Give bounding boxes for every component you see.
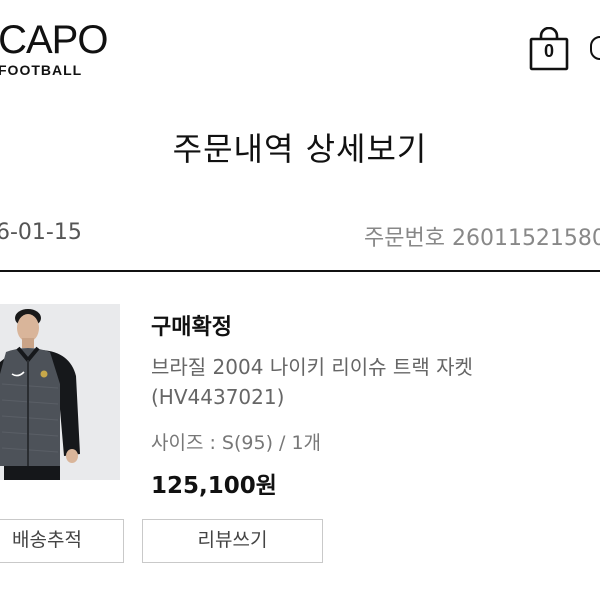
order-meta: 6-01-15 주문번호 260115215800 (0, 216, 600, 256)
product-price: 125,100원 (151, 473, 277, 499)
product-photo (0, 304, 120, 480)
product-name-line1: 브라질 2004 나이키 리이슈 트랙 자켓 (151, 355, 473, 379)
cart-button[interactable]: 0 (528, 27, 570, 71)
user-icon[interactable] (590, 36, 600, 60)
cart-count: 0 (543, 41, 554, 61)
order-date: 6-01-15 (0, 220, 82, 245)
divider (0, 270, 600, 272)
write-review-button[interactable]: 리뷰쓰기 (142, 519, 323, 563)
product-image[interactable] (0, 304, 120, 480)
product-name[interactable]: 브라질 2004 나이키 리이슈 트랙 자켓 (HV4437021) (151, 352, 591, 412)
product-name-line2: (HV4437021) (151, 385, 285, 409)
track-shipping-button[interactable]: 배송추적 (0, 519, 124, 563)
logo-sub-text: FOOTBALL (0, 62, 83, 78)
order-status: 구매확정 (151, 315, 232, 340)
logo[interactable]: ICAPO FOOTBALL (0, 18, 108, 78)
product-options: 사이즈 : S(95) / 1개 (151, 432, 322, 454)
page-title: 주문내역 상세보기 (172, 130, 428, 168)
logo-main-text: ICAPO (0, 18, 108, 62)
order-number: 주문번호 260115215800 (364, 226, 600, 251)
header: ICAPO FOOTBALL 0 (0, 0, 600, 100)
